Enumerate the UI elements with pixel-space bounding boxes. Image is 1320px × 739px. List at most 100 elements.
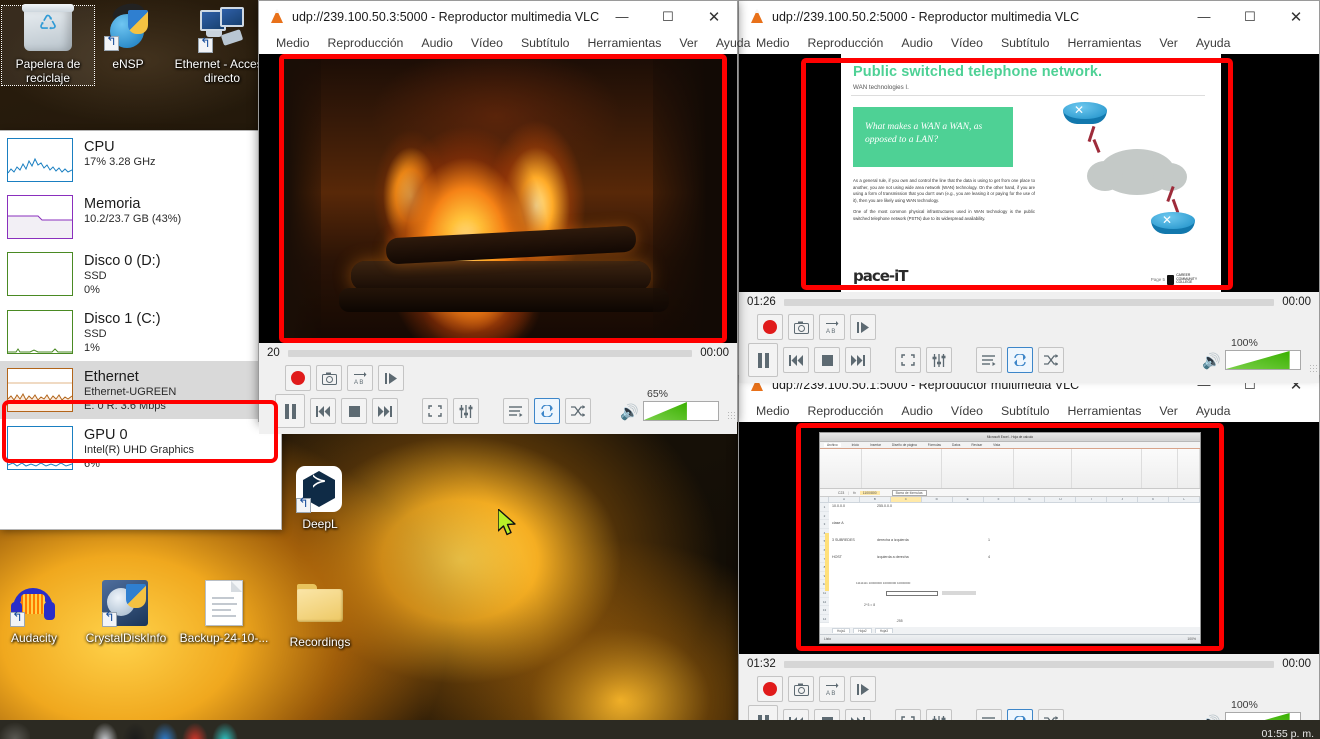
- maximize-button[interactable]: ☐: [1227, 1, 1273, 32]
- vlc-3-seek-area[interactable]: 01:32 00:00: [739, 654, 1319, 674]
- task-manager-row-ethernet[interactable]: Ethernet Ethernet-UGREEN E: 0 R: 3.6 Mbp…: [0, 361, 281, 419]
- previous-button[interactable]: [783, 347, 809, 373]
- vlc-2-menubar[interactable]: Medio Reproducción Audio Vídeo Subtítulo…: [739, 32, 1319, 54]
- resize-grip[interactable]: [727, 411, 735, 419]
- menu-audio[interactable]: Audio: [892, 404, 941, 418]
- taskbar-item-media[interactable]: [210, 720, 240, 739]
- vlc-2-video-surface[interactable]: Public switched telephone network. WAN t…: [739, 54, 1319, 292]
- menu-ayuda[interactable]: Ayuda: [1187, 404, 1240, 418]
- taskbar-item-recorder[interactable]: [180, 720, 210, 739]
- menu-video[interactable]: Vídeo: [942, 404, 992, 418]
- vlc-window-1[interactable]: udp://239.100.50.3:5000 - Reproductor mu…: [258, 0, 738, 422]
- menu-ayuda[interactable]: Ayuda: [707, 36, 760, 50]
- task-manager-row-cpu[interactable]: CPU 17% 3.28 GHz: [0, 131, 281, 188]
- shuffle-button[interactable]: [565, 398, 591, 424]
- taskbar-start-button[interactable]: [0, 720, 30, 739]
- minimize-button[interactable]: —: [599, 1, 645, 32]
- next-button[interactable]: [845, 347, 871, 373]
- speaker-icon[interactable]: 🔊: [620, 405, 639, 420]
- task-manager-performance-panel[interactable]: CPU 17% 3.28 GHz Memoria 10.2/23.7 GB (4…: [0, 130, 282, 530]
- record-button[interactable]: [757, 676, 783, 702]
- menu-ver[interactable]: Ver: [1150, 36, 1186, 50]
- menu-video[interactable]: Vídeo: [462, 36, 512, 50]
- menu-ayuda[interactable]: Ayuda: [1187, 36, 1240, 50]
- desktop-icon-backup-document[interactable]: Backup-24-10-...: [178, 580, 270, 646]
- fullscreen-button[interactable]: [895, 347, 921, 373]
- previous-button[interactable]: [310, 398, 336, 424]
- menu-audio[interactable]: Audio: [412, 36, 461, 50]
- frame-by-frame-button[interactable]: [378, 365, 404, 391]
- loop-button[interactable]: [1007, 347, 1033, 373]
- task-manager-row-disk0[interactable]: Disco 0 (D:) SSD 0%: [0, 245, 281, 303]
- frame-by-frame-button[interactable]: [850, 676, 876, 702]
- snapshot-button[interactable]: [788, 676, 814, 702]
- menu-herramientas[interactable]: Herramientas: [1059, 404, 1151, 418]
- desktop-icon-crystaldiskinfo[interactable]: CrystalDiskInfo: [80, 580, 172, 646]
- close-button[interactable]: ✕: [691, 1, 737, 32]
- menu-herramientas[interactable]: Herramientas: [579, 36, 671, 50]
- snapshot-button[interactable]: [316, 365, 342, 391]
- speaker-icon[interactable]: 🔊: [1202, 354, 1221, 369]
- taskbar-search-icon[interactable]: [30, 720, 60, 739]
- desktop-icon-recordings-folder[interactable]: Recordings: [274, 580, 366, 650]
- taskbar-clock[interactable]: 01:55 p. m.: [1261, 728, 1314, 739]
- stop-button[interactable]: [341, 398, 367, 424]
- menu-reproduccion[interactable]: Reproducción: [799, 36, 893, 50]
- record-button[interactable]: [757, 314, 783, 340]
- snapshot-button[interactable]: [788, 314, 814, 340]
- shuffle-button[interactable]: [1038, 347, 1064, 373]
- maximize-button[interactable]: ☐: [645, 1, 691, 32]
- vlc-1-titlebar[interactable]: udp://239.100.50.3:5000 - Reproductor mu…: [259, 1, 737, 32]
- vlc-1-volume-area[interactable]: 🔊 65%: [620, 401, 731, 421]
- vlc-2-volume-slider[interactable]: [1225, 350, 1301, 370]
- extended-settings-button[interactable]: [926, 347, 952, 373]
- menu-subtitulo[interactable]: Subtítulo: [992, 36, 1059, 50]
- task-manager-row-gpu0[interactable]: GPU 0 Intel(R) UHD Graphics 6%: [0, 419, 281, 477]
- playlist-button[interactable]: [503, 398, 529, 424]
- next-button[interactable]: [372, 398, 398, 424]
- ab-loop-button[interactable]: A B: [819, 676, 845, 702]
- menu-subtitulo[interactable]: Subtítulo: [512, 36, 579, 50]
- taskbar-item-explorer[interactable]: [90, 720, 120, 739]
- vlc-3-menubar[interactable]: Medio Reproducción Audio Vídeo Subtítulo…: [739, 400, 1319, 422]
- close-button[interactable]: ✕: [1273, 1, 1319, 32]
- ab-loop-button[interactable]: A B: [347, 365, 373, 391]
- taskbar-taskview-icon[interactable]: [60, 720, 90, 739]
- task-manager-row-memory[interactable]: Memoria 10.2/23.7 GB (43%): [0, 188, 281, 245]
- stop-button[interactable]: [814, 347, 840, 373]
- vlc-1-seek-area[interactable]: 20 00:00: [259, 343, 737, 363]
- vlc-1-seek-bar[interactable]: [288, 350, 692, 357]
- resize-grip[interactable]: [1309, 364, 1317, 372]
- menu-ver[interactable]: Ver: [1150, 404, 1186, 418]
- taskbar-item-browser[interactable]: [150, 720, 180, 739]
- vlc-2-seek-bar[interactable]: [784, 299, 1274, 306]
- vlc-1-volume-slider[interactable]: [643, 401, 719, 421]
- vlc-1-video-surface[interactable]: [259, 54, 737, 343]
- menu-video[interactable]: Vídeo: [942, 36, 992, 50]
- vlc-2-controls[interactable]: A B: [739, 312, 1319, 383]
- frame-by-frame-button[interactable]: [850, 314, 876, 340]
- ab-loop-button[interactable]: A B: [819, 314, 845, 340]
- menu-ver[interactable]: Ver: [670, 36, 706, 50]
- menu-subtitulo[interactable]: Subtítulo: [992, 404, 1059, 418]
- menu-medio[interactable]: Medio: [747, 404, 799, 418]
- extended-settings-button[interactable]: [453, 398, 479, 424]
- vlc-1-controls[interactable]: A B: [259, 363, 737, 434]
- vlc-window-3[interactable]: udp://239.100.50.1:5000 - Reproductor mu…: [738, 368, 1320, 739]
- vlc-window-2[interactable]: udp://239.100.50.2:5000 - Reproductor mu…: [738, 0, 1320, 375]
- windows-taskbar[interactable]: 01:55 p. m.: [0, 720, 1320, 739]
- fullscreen-button[interactable]: [422, 398, 448, 424]
- menu-medio[interactable]: Medio: [267, 36, 319, 50]
- menu-herramientas[interactable]: Herramientas: [1059, 36, 1151, 50]
- taskbar-item-terminal[interactable]: [120, 720, 150, 739]
- vlc-3-video-surface[interactable]: Microsoft Excel - Hoja de calculo Archiv…: [739, 422, 1319, 654]
- vlc-2-seek-area[interactable]: 01:26 00:00: [739, 292, 1319, 312]
- vlc-3-seek-bar[interactable]: [784, 661, 1274, 668]
- menu-reproduccion[interactable]: Reproducción: [799, 404, 893, 418]
- menu-reproduccion[interactable]: Reproducción: [319, 36, 413, 50]
- playlist-button[interactable]: [976, 347, 1002, 373]
- desktop-icon-recycle-bin[interactable]: Papelera de reciclaje: [2, 6, 94, 85]
- record-button[interactable]: [285, 365, 311, 391]
- play-pause-button[interactable]: [275, 394, 305, 428]
- vlc-2-titlebar[interactable]: udp://239.100.50.2:5000 - Reproductor mu…: [739, 1, 1319, 32]
